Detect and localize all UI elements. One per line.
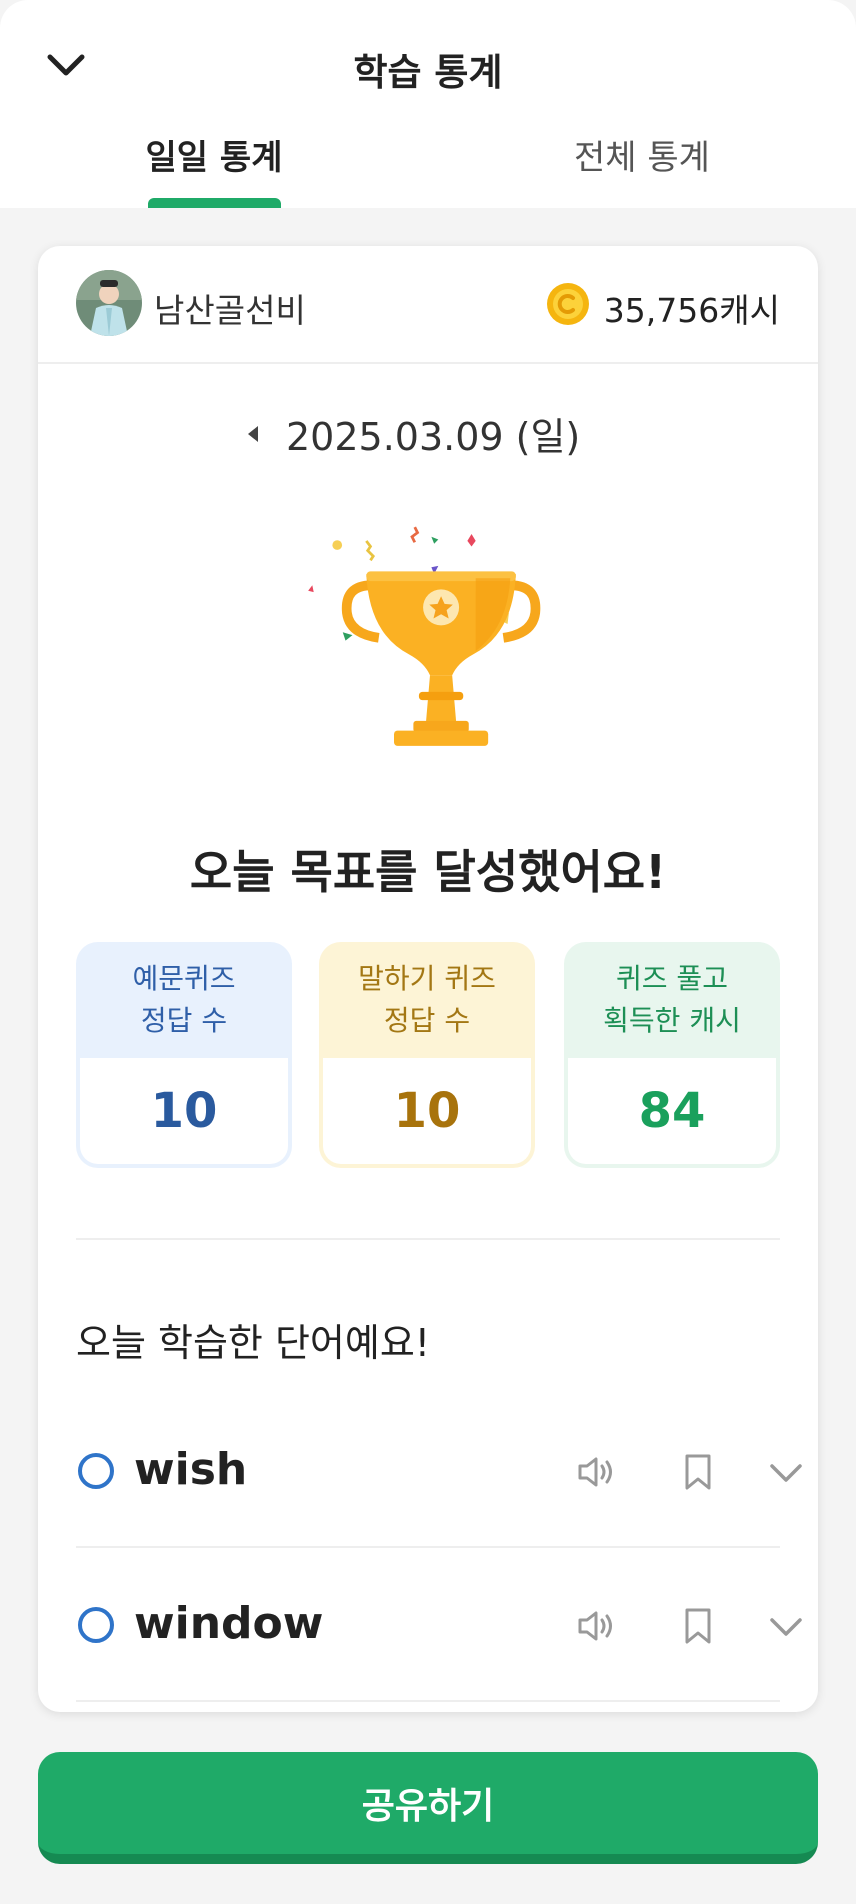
page-title: 학습 통계 bbox=[353, 51, 503, 94]
bookmark-icon[interactable] bbox=[676, 1450, 720, 1494]
bookmark-icon[interactable] bbox=[676, 1604, 720, 1648]
stat-value: 10 bbox=[323, 1058, 531, 1164]
stat-cash-earned: 퀴즈 풀고 획득한 캐시 84 bbox=[564, 942, 780, 1168]
trophy-icon bbox=[308, 526, 541, 746]
daily-stats-card: 남산골선비 35,756캐시 2025.03.09 (일) 오늘 목표를 달성했… bbox=[38, 246, 818, 1712]
stat-label-line1: 퀴즈 풀고 bbox=[616, 962, 728, 995]
speaker-icon[interactable] bbox=[574, 1450, 618, 1494]
stat-label-line2: 정답 수 bbox=[383, 1004, 471, 1037]
cash-amount: 35,756캐시 bbox=[603, 291, 780, 330]
goal-achieved-message: 오늘 목표를 달성했어요! bbox=[189, 845, 667, 899]
tab-total-stats[interactable]: 전체 통계 bbox=[428, 130, 856, 179]
profile-bar: 남산골선비 35,756캐시 bbox=[38, 246, 818, 364]
chevron-down-icon[interactable] bbox=[766, 1450, 806, 1494]
stat-label-line1: 예문퀴즈 bbox=[132, 962, 236, 995]
stat-value: 10 bbox=[80, 1058, 288, 1164]
correct-circle-icon bbox=[78, 1607, 114, 1643]
share-button[interactable]: 공유하기 bbox=[38, 1752, 818, 1864]
coin-icon bbox=[547, 283, 589, 325]
word-text: wish bbox=[134, 1444, 248, 1495]
chevron-down-icon[interactable] bbox=[766, 1604, 806, 1648]
stat-speaking-quiz-correct: 말하기 퀴즈 정답 수 10 bbox=[319, 942, 535, 1168]
username: 남산골선비 bbox=[154, 291, 306, 330]
word-text: window bbox=[134, 1598, 324, 1649]
active-tab-indicator bbox=[148, 198, 281, 208]
correct-circle-icon bbox=[78, 1453, 114, 1489]
stat-label-line2: 정답 수 bbox=[140, 1004, 228, 1037]
selected-date: 2025.03.09 (일) bbox=[286, 415, 581, 459]
learned-words-heading: 오늘 학습한 단어예요! bbox=[76, 1321, 431, 1365]
header: 학습 통계 일일 통계 전체 통계 bbox=[0, 0, 856, 208]
avatar bbox=[76, 270, 142, 336]
stat-label-line1: 말하기 퀴즈 bbox=[358, 962, 496, 995]
previous-date-caret-icon[interactable] bbox=[244, 422, 264, 446]
stat-value: 84 bbox=[568, 1058, 776, 1164]
section-divider bbox=[76, 1238, 780, 1240]
speaker-icon[interactable] bbox=[574, 1604, 618, 1648]
date-navigator: 2025.03.09 (일) bbox=[38, 406, 818, 462]
stat-label-line2: 획득한 캐시 bbox=[603, 1004, 741, 1037]
stat-example-quiz-correct: 예문퀴즈 정답 수 10 bbox=[76, 942, 292, 1168]
word-row[interactable]: window bbox=[76, 1550, 802, 1702]
word-row[interactable]: wish bbox=[76, 1396, 802, 1548]
tab-daily-stats[interactable]: 일일 통계 bbox=[0, 130, 428, 179]
